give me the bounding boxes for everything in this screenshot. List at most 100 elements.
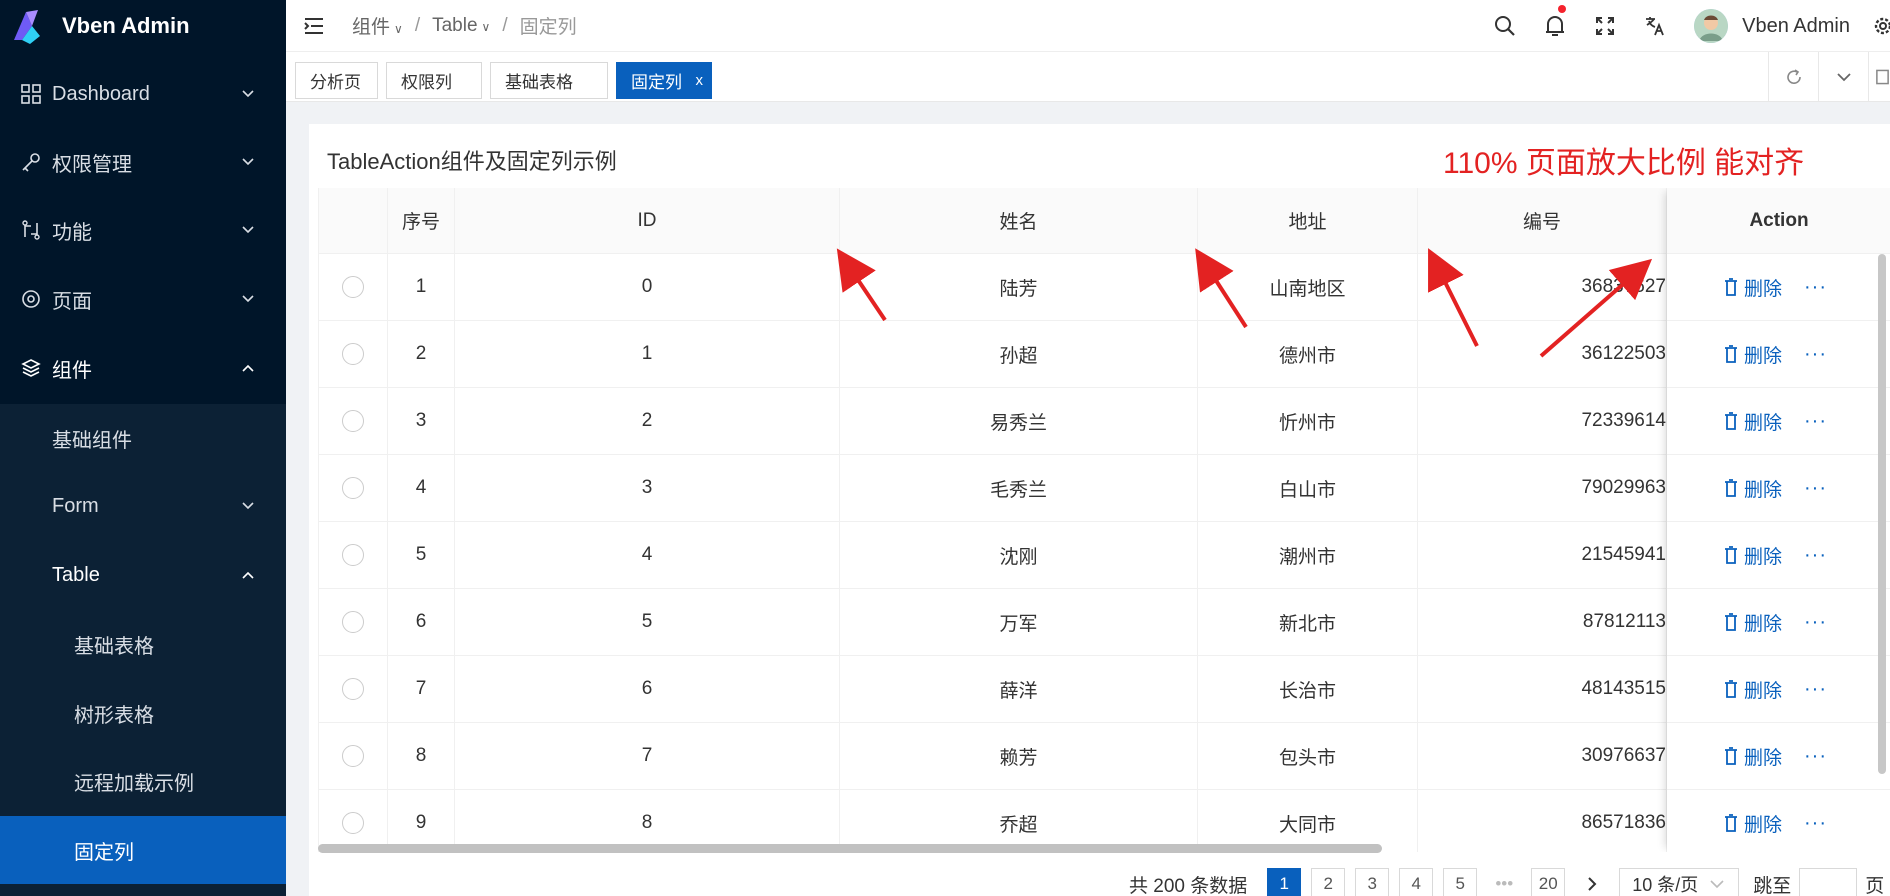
row-radio[interactable] — [342, 611, 364, 633]
translate-icon[interactable] — [1630, 0, 1680, 52]
delete-button[interactable]: 删除 — [1724, 341, 1782, 368]
delete-label: 删除 — [1744, 613, 1783, 635]
page-ellipsis[interactable]: ••• — [1487, 868, 1522, 896]
table-row[interactable]: 5 4 沈刚 潮州市 21545941 — [319, 522, 1890, 589]
page-button[interactable]: 1 — [1267, 868, 1302, 896]
next-page-icon[interactable] — [1575, 868, 1610, 896]
sidebar-item-table[interactable]: Table — [0, 541, 286, 609]
cell-address: 德州市 — [1198, 321, 1418, 387]
more-actions-icon[interactable]: ··· — [1804, 611, 1827, 634]
sidebar-item-permission[interactable]: 权限管理 — [0, 128, 286, 196]
table-row[interactable]: 9 8 乔超 大同市 86571836 — [319, 790, 1890, 852]
tab-basic-table[interactable]: 基础表格 — [490, 62, 608, 99]
delete-button[interactable]: 删除 — [1724, 743, 1782, 770]
column-header-name[interactable]: 姓名 — [840, 188, 1198, 253]
sidebar-item-tree-table[interactable]: 树形表格 — [0, 679, 286, 747]
delete-button[interactable]: 删除 — [1724, 609, 1782, 636]
table-row[interactable]: 3 2 易秀兰 忻州市 72339614 — [319, 388, 1890, 455]
sidebar-item-form[interactable]: Form — [0, 472, 286, 540]
jump-page-input[interactable] — [1799, 868, 1858, 896]
horizontal-scrollbar[interactable] — [318, 844, 1382, 853]
chevron-down-icon — [242, 158, 254, 166]
row-select-cell — [319, 254, 388, 320]
bell-icon[interactable] — [1530, 0, 1580, 52]
more-actions-icon[interactable]: ··· — [1804, 812, 1827, 835]
row-select-cell — [319, 388, 388, 454]
row-radio[interactable] — [342, 678, 364, 700]
table-row[interactable]: 8 7 赖芳 包头市 30976637 — [319, 723, 1890, 790]
action-cell: 删除 ··· — [1667, 589, 1890, 656]
avatar[interactable] — [1694, 9, 1729, 43]
page-button[interactable]: 2 — [1311, 868, 1346, 896]
delete-button[interactable]: 删除 — [1724, 810, 1782, 837]
cell-name: 陆芳 — [840, 254, 1198, 320]
page-button[interactable]: 4 — [1399, 868, 1434, 896]
sidebar-item-label: 基础组件 — [52, 429, 132, 452]
sidebar-item-fixed-column[interactable]: 固定列 — [0, 816, 286, 884]
menu-fold-icon[interactable] — [302, 14, 326, 38]
settings-icon[interactable] — [1872, 0, 1890, 52]
table-row[interactable]: 1 0 陆芳 山南地区 36837627 — [319, 254, 1890, 321]
table-row[interactable]: 6 5 万军 新北市 87812113 — [319, 589, 1890, 656]
row-select-cell — [319, 455, 388, 521]
more-actions-icon[interactable]: ··· — [1804, 410, 1827, 433]
table-row[interactable]: 4 3 毛秀兰 白山市 79029963 — [319, 455, 1890, 522]
sidebar-item-label: Form — [52, 494, 99, 517]
tab-label: 分析页 — [310, 73, 361, 92]
sidebar-item-function[interactable]: 功能 — [0, 196, 286, 264]
column-header-address[interactable]: 地址 — [1198, 188, 1418, 253]
row-radio[interactable] — [342, 745, 364, 767]
logo[interactable]: Vben Admin — [0, 0, 286, 52]
search-icon[interactable] — [1480, 0, 1530, 52]
vertical-scrollbar[interactable] — [1878, 254, 1886, 774]
more-actions-icon[interactable]: ··· — [1804, 745, 1827, 768]
sidebar-item-remote-load[interactable]: 远程加载示例 — [0, 747, 286, 815]
more-actions-icon[interactable]: ··· — [1804, 544, 1827, 567]
sidebar-item-label: 远程加载示例 — [74, 772, 194, 795]
table-row[interactable]: 2 1 孙超 德州市 36122503 — [319, 321, 1890, 388]
more-actions-icon[interactable]: ··· — [1804, 477, 1827, 500]
row-radio[interactable] — [342, 544, 364, 566]
delete-button[interactable]: 删除 — [1724, 274, 1782, 301]
column-header-id[interactable]: ID — [455, 188, 840, 253]
page-button[interactable]: 20 — [1531, 868, 1566, 896]
row-radio[interactable] — [342, 477, 364, 499]
row-radio[interactable] — [342, 812, 364, 834]
more-actions-icon[interactable]: ··· — [1804, 276, 1827, 299]
selection-header — [319, 188, 388, 253]
tab-analysis[interactable]: 分析页 — [295, 62, 378, 99]
sidebar-item-basic-table[interactable]: 基础表格 — [0, 610, 286, 678]
action-cell: 删除 ··· — [1667, 321, 1890, 388]
tab-fixed-column[interactable]: 固定列 x — [616, 62, 712, 99]
refresh-icon[interactable] — [1768, 52, 1818, 102]
sidebar-item-page[interactable]: 页面 — [0, 265, 286, 333]
sidebar-item-dashboard[interactable]: Dashboard — [0, 60, 286, 128]
page-button[interactable]: 3 — [1355, 868, 1390, 896]
delete-button[interactable]: 删除 — [1724, 475, 1782, 502]
sidebar-item-components[interactable]: 组件 — [0, 334, 286, 402]
breadcrumb-item[interactable]: Table ∨ — [432, 15, 490, 37]
delete-button[interactable]: 删除 — [1724, 542, 1782, 569]
tab-permission-column[interactable]: 权限列 — [386, 62, 482, 99]
fold-icon[interactable] — [1868, 52, 1890, 102]
chevron-down-icon[interactable] — [1818, 52, 1868, 102]
more-actions-icon[interactable]: ··· — [1804, 343, 1827, 366]
row-radio[interactable] — [342, 410, 364, 432]
close-icon[interactable]: x — [696, 72, 704, 89]
page-button[interactable]: 5 — [1443, 868, 1478, 896]
column-header-code[interactable]: 编号 — [1418, 188, 1667, 253]
table-row[interactable]: 7 6 薛洋 长治市 48143515 — [319, 656, 1890, 723]
user-name[interactable]: Vben Admin — [1742, 15, 1850, 38]
breadcrumb-item[interactable]: 组件 ∨ — [352, 12, 403, 39]
delete-button[interactable]: 删除 — [1724, 676, 1782, 703]
cell-code: 21545941 — [1418, 522, 1667, 588]
sidebar-item-basic-components[interactable]: 基础组件 — [0, 404, 286, 472]
fullscreen-icon[interactable] — [1580, 0, 1630, 52]
row-radio[interactable] — [342, 276, 364, 298]
page-size-select[interactable]: 10 条/页 — [1619, 868, 1740, 896]
row-radio[interactable] — [342, 343, 364, 365]
delete-button[interactable]: 删除 — [1724, 408, 1782, 435]
column-header-no[interactable]: 序号 — [388, 188, 455, 253]
more-actions-icon[interactable]: ··· — [1804, 678, 1827, 701]
cell-code: 86571836 — [1418, 790, 1667, 852]
